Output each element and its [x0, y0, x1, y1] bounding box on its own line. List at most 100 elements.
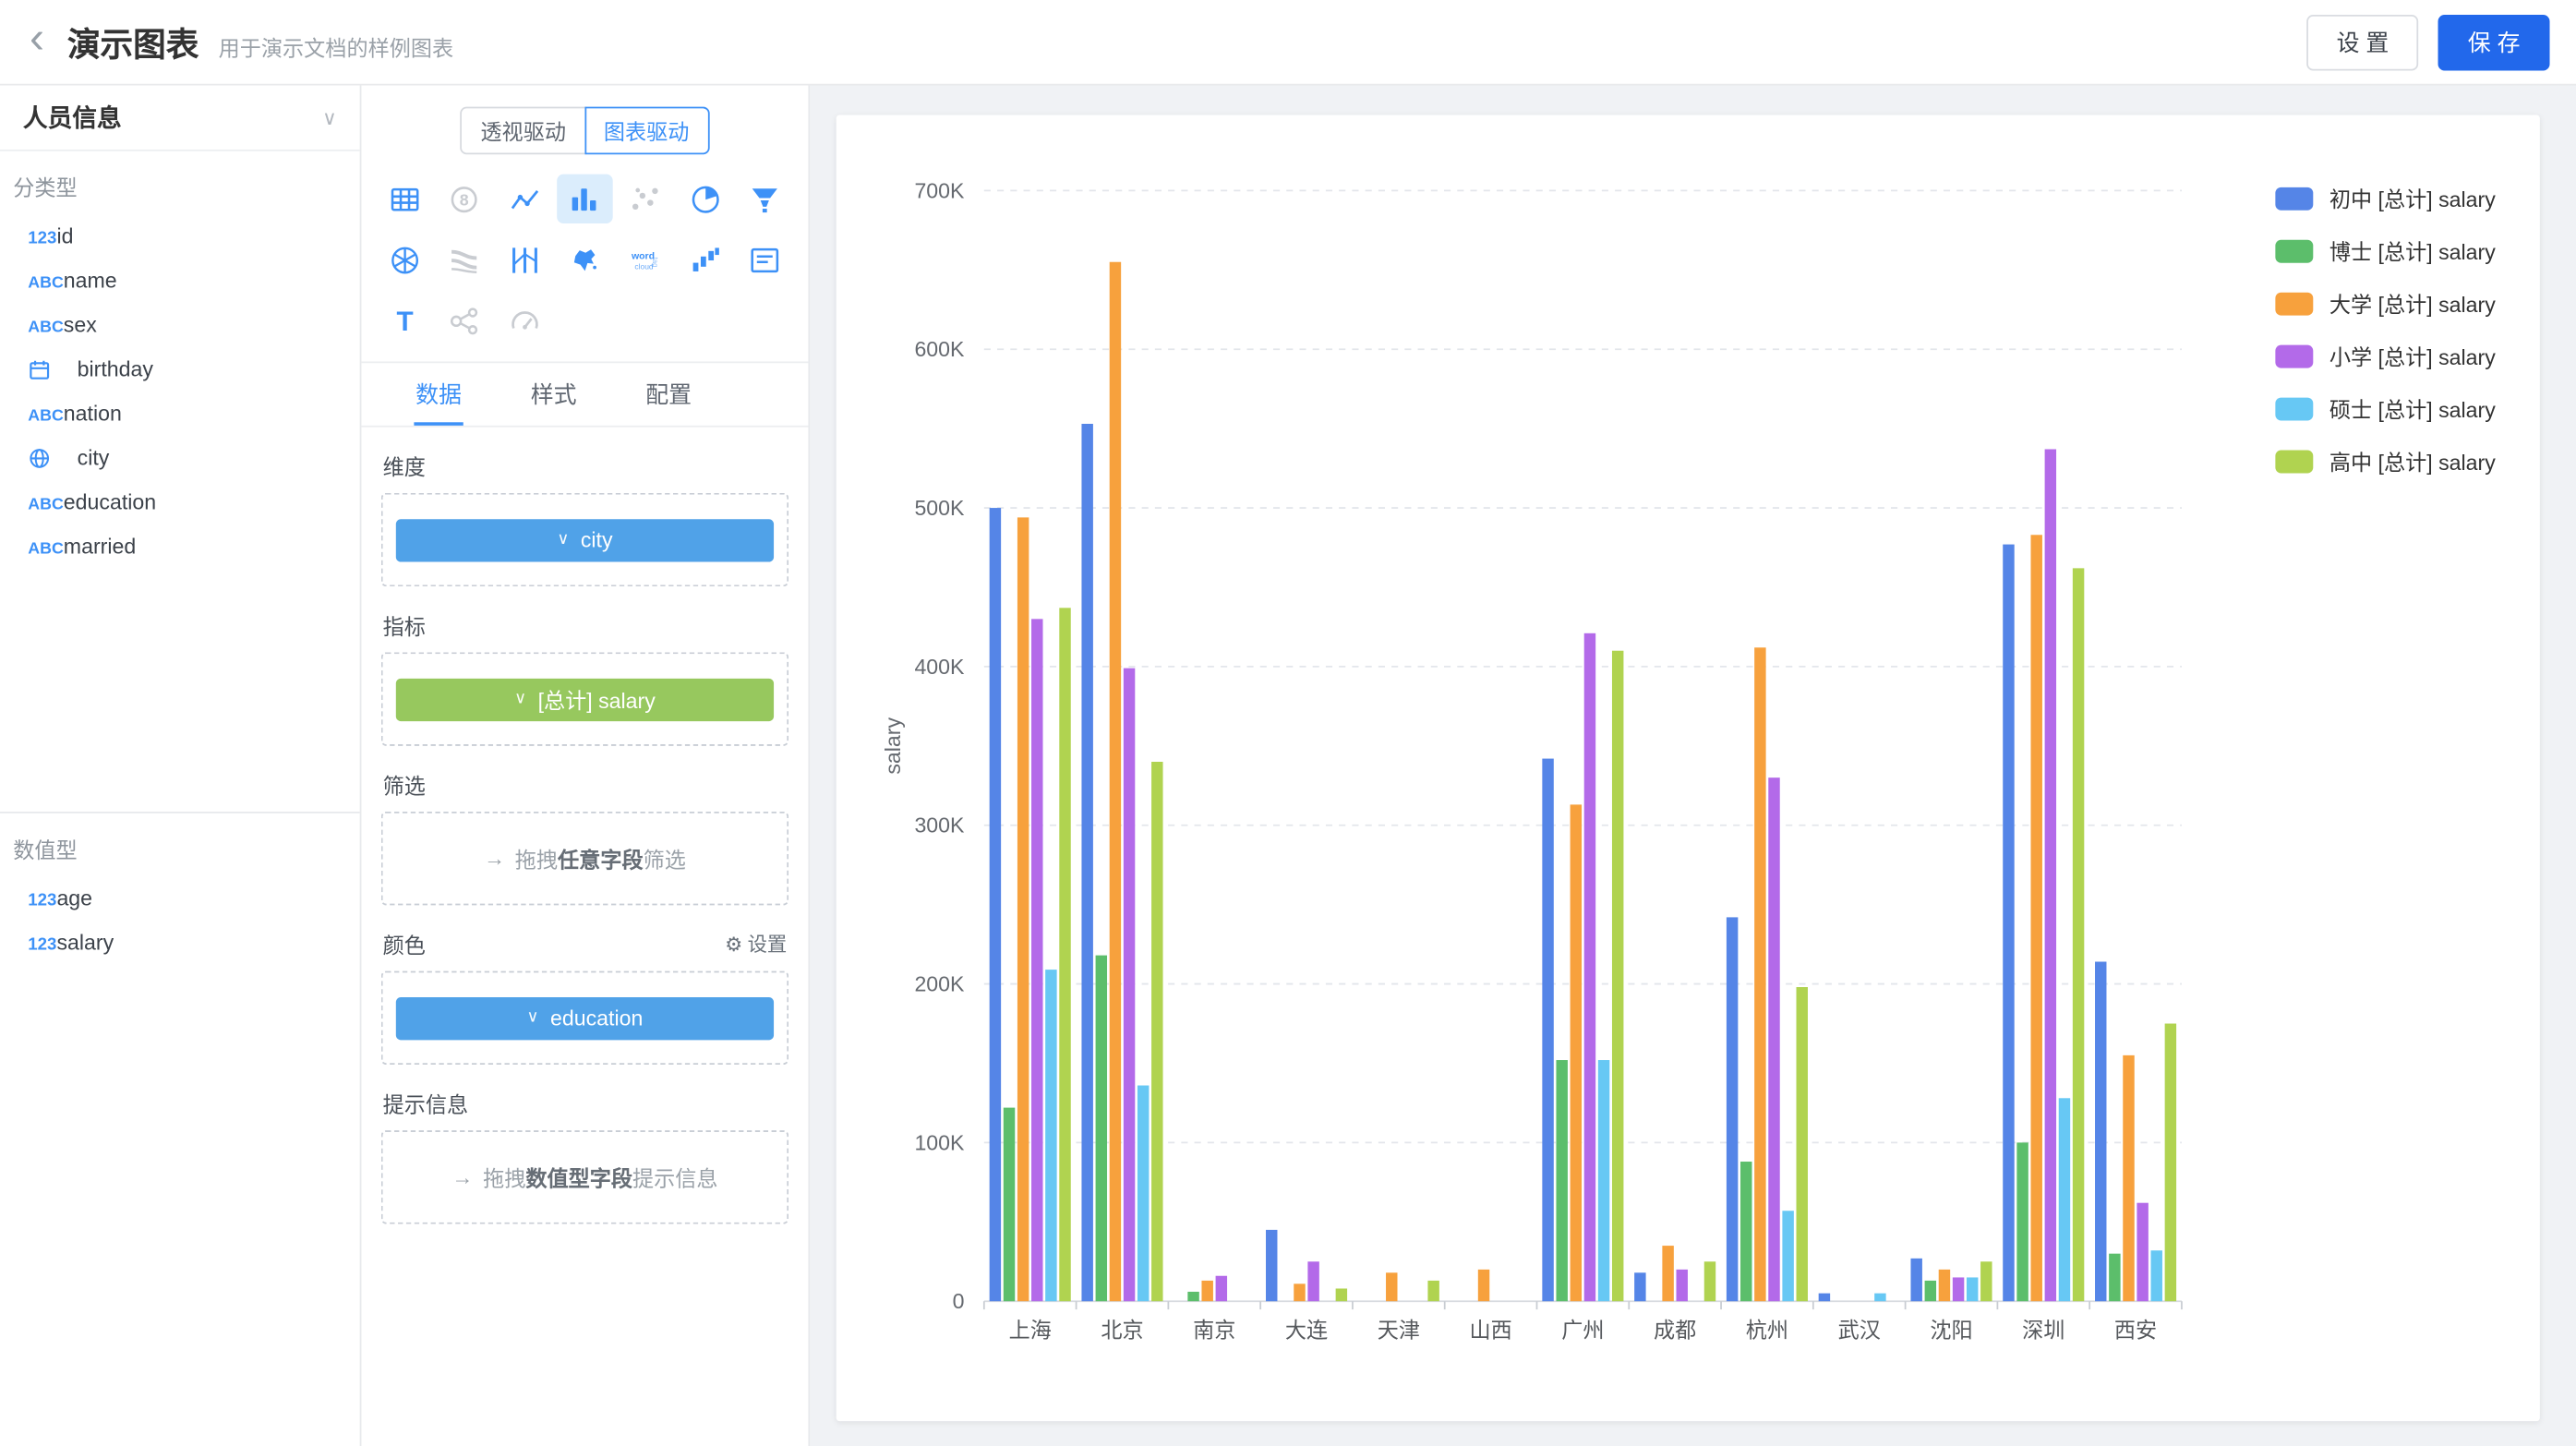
bar	[1081, 424, 1092, 1301]
legend-item[interactable]: 博士 [总计] salary	[2275, 235, 2496, 266]
field-city[interactable]: city	[0, 436, 360, 480]
field-married[interactable]: ABCmarried	[0, 524, 360, 569]
chart-type-line[interactable]	[497, 175, 552, 223]
field-name: age	[56, 886, 92, 910]
chart-type-pie[interactable]	[677, 175, 732, 223]
legend-item[interactable]: 高中 [总计] salary	[2275, 445, 2496, 476]
color-pill[interactable]: ∨ education	[396, 996, 774, 1039]
bar	[1571, 804, 1582, 1301]
legend-item[interactable]: 小学 [总计] salary	[2275, 340, 2496, 371]
settings-button[interactable]: 设 置	[2307, 14, 2419, 69]
bar	[1584, 633, 1595, 1301]
header-actions: 设 置 保 存	[2307, 14, 2550, 69]
field-sex[interactable]: ABCsex	[0, 302, 360, 346]
tooltip-dropzone[interactable]: → 拖拽数值型字段提示信息	[381, 1130, 788, 1223]
chart-type-text[interactable]: T	[377, 295, 432, 344]
x-tick-label: 武汉	[1838, 1318, 1881, 1342]
field-age[interactable]: 123age	[0, 875, 360, 920]
back-button[interactable]: ‹	[30, 17, 44, 61]
field-name[interactable]: ABCname	[0, 258, 360, 302]
bar	[2137, 1203, 2148, 1302]
metric-pill-label: [总计] salary	[538, 683, 656, 715]
x-tick-label: 广州	[1561, 1318, 1604, 1342]
field-birthday[interactable]: birthday	[0, 346, 360, 391]
chart-type-map[interactable]	[557, 235, 612, 283]
x-tick-label: 天津	[1378, 1318, 1420, 1342]
field-section-0: 分类型123idABCnameABCsexbirthdayABCnationci…	[0, 151, 360, 812]
svg-text:tag: tag	[651, 257, 659, 267]
legend-swatch	[2275, 397, 2313, 420]
y-tick-label: 700K	[914, 178, 965, 202]
y-tick-label: 500K	[914, 496, 965, 520]
dimension-pill[interactable]: ∨ city	[396, 518, 774, 560]
chart-type-funnel[interactable]	[737, 175, 792, 223]
field-name: sex	[64, 312, 97, 337]
chart-type-table[interactable]	[377, 175, 432, 223]
bar	[990, 508, 1001, 1301]
page-title: 演示图表	[67, 18, 199, 66]
chart-type-richtext[interactable]	[737, 235, 792, 283]
chart-type-waterfall[interactable]	[677, 235, 732, 283]
bar	[1216, 1276, 1227, 1301]
chart-type-wordcloud[interactable]: wordcloudtag	[617, 235, 672, 283]
x-tick-label: 深圳	[2022, 1318, 2064, 1342]
bar	[1266, 1230, 1277, 1301]
bar	[2095, 962, 2106, 1302]
bar	[1187, 1292, 1198, 1301]
y-tick-label: 400K	[914, 655, 965, 679]
bar	[1059, 608, 1070, 1301]
field-salary[interactable]: 123salary	[0, 920, 360, 964]
bar	[1740, 1162, 1751, 1301]
metric-dropzone[interactable]: ∨ [总计] salary	[381, 652, 788, 745]
bar	[1004, 1108, 1015, 1302]
chart-type-bar[interactable]	[557, 175, 612, 223]
tab-config[interactable]: 配置	[644, 363, 692, 426]
dimension-pill-label: city	[581, 527, 613, 552]
color-dropzone[interactable]: ∨ education	[381, 971, 788, 1065]
chart-type-scatter	[617, 175, 672, 223]
field-section-1: 数值型123age123salary	[0, 812, 360, 1446]
legend-label: 小学 [总计] salary	[2329, 340, 2496, 371]
legend-item[interactable]: 硕士 [总计] salary	[2275, 392, 2496, 424]
filter-label: 筛选	[383, 769, 788, 801]
section-label: 数值型	[0, 813, 360, 876]
field-sections: 分类型123idABCnameABCsexbirthdayABCnationci…	[0, 151, 360, 1446]
field-nation[interactable]: ABCnation	[0, 391, 360, 435]
chevron-down-icon: ∨	[322, 106, 337, 129]
tab-style[interactable]: 样式	[529, 363, 578, 426]
y-tick-label: 0	[953, 1289, 965, 1313]
field-education[interactable]: ABCeducation	[0, 480, 360, 524]
metric-pill[interactable]: ∨ [总计] salary	[396, 678, 774, 720]
datasource-selector[interactable]: 人员信息 ∨	[0, 86, 360, 151]
legend-swatch	[2275, 239, 2313, 262]
chart-type-sankey	[437, 235, 492, 283]
tab-pivot-driven[interactable]: 透视驱动	[461, 107, 585, 155]
color-pill-label: education	[550, 1006, 643, 1030]
bar	[1782, 1211, 1793, 1301]
chart-type-radar[interactable]	[377, 235, 432, 283]
x-tick-label: 西安	[2114, 1318, 2157, 1342]
y-tick-label: 300K	[914, 813, 965, 837]
svg-text:8: 8	[460, 190, 469, 209]
legend-item[interactable]: 大学 [总计] salary	[2275, 287, 2496, 319]
bar	[2059, 1098, 2070, 1301]
filter-dropzone[interactable]: → 拖拽任意字段筛选	[381, 812, 788, 905]
bar	[1386, 1272, 1397, 1301]
bar	[1634, 1272, 1645, 1301]
tab-chart-driven[interactable]: 图表驱动	[584, 107, 709, 155]
legend-item[interactable]: 初中 [总计] salary	[2275, 183, 2496, 214]
field-id[interactable]: 123id	[0, 213, 360, 258]
bar	[2030, 535, 2041, 1301]
tab-data[interactable]: 数据	[414, 363, 463, 426]
field-name: id	[56, 223, 73, 248]
dimension-dropzone[interactable]: ∨ city	[381, 493, 788, 586]
color-settings-button[interactable]: ⚙ 设置	[725, 930, 787, 958]
bar	[1874, 1294, 1885, 1302]
app-root: ‹ 演示图表 用于演示文档的样例图表 设 置 保 存 人员信息 ∨ 分类型123…	[0, 0, 2576, 1446]
layout: 人员信息 ∨ 分类型123idABCnameABCsexbirthdayABCn…	[0, 86, 2576, 1446]
chart-type-parallel[interactable]	[497, 235, 552, 283]
bar	[1307, 1261, 1318, 1301]
bar	[1953, 1277, 1964, 1301]
numeric-type-icon: 123	[28, 223, 56, 248]
save-button[interactable]: 保 存	[2438, 14, 2550, 69]
